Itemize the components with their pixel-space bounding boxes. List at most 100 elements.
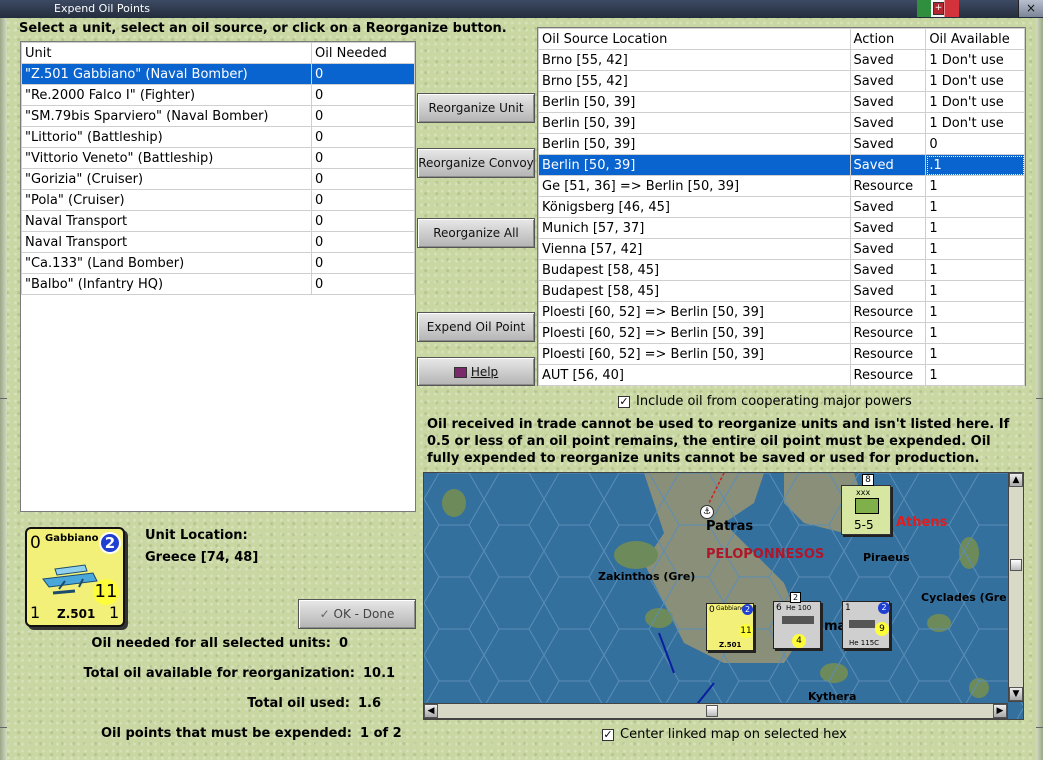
- oil-action-cell[interactable]: Resource: [849, 322, 927, 344]
- oil-action-cell[interactable]: Saved: [849, 217, 927, 239]
- oil-location-cell[interactable]: Ge [51, 36] => Berlin [50, 39]: [538, 175, 851, 197]
- oil-available-cell[interactable]: 1: [925, 364, 1025, 386]
- oil-available-cell[interactable]: 1: [925, 196, 1025, 218]
- unit-name-cell[interactable]: Naval Transport: [20, 231, 313, 253]
- oil-location-cell[interactable]: Berlin [50, 39]: [538, 133, 851, 155]
- unit-name-cell[interactable]: "Littorio" (Battleship): [20, 126, 313, 148]
- unit-oil-needed-cell[interactable]: 0: [311, 252, 415, 274]
- oil-available-cell[interactable]: 1 Don't use: [925, 112, 1025, 134]
- scroll-left-icon[interactable]: ◀: [424, 704, 438, 718]
- vertical-scroll-thumb[interactable]: [1010, 559, 1022, 571]
- oil-available-cell[interactable]: 1: [925, 280, 1025, 302]
- unit-oil-needed-cell[interactable]: 0: [311, 273, 415, 295]
- map-bomber-counter[interactable]: 1 2 9 He 115C: [842, 601, 890, 649]
- oil-location-cell[interactable]: Berlin [50, 39]: [538, 91, 851, 113]
- table-row[interactable]: Ploesti [60, 52] => Berlin [50, 39] Resou…: [538, 322, 1025, 344]
- oil-location-cell[interactable]: Ploesti [60, 52] => Berlin [50, 39]: [538, 322, 851, 344]
- unit-name-cell[interactable]: "Ca.133" (Land Bomber): [20, 252, 313, 274]
- table-row[interactable]: Vienna [57, 42] Saved 1: [538, 238, 1025, 260]
- table-row[interactable]: Brno [55, 42] Saved 1 Don't use: [538, 70, 1025, 92]
- table-row[interactable]: "Z.501 Gabbiano" (Naval Bomber) 0: [20, 63, 415, 85]
- oil-location-cell[interactable]: Budapest [58, 45]: [538, 259, 851, 281]
- oil-available-cell[interactable]: 1: [925, 175, 1025, 197]
- oil-available-cell[interactable]: 1 Don't use: [925, 49, 1025, 71]
- scroll-right-icon[interactable]: ▶: [993, 704, 1007, 718]
- oil-available-cell[interactable]: 1: [925, 343, 1025, 365]
- oil-location-cell[interactable]: Berlin [50, 39]: [538, 154, 851, 176]
- center-map-checkbox[interactable]: ✓ Center linked map on selected hex: [602, 727, 847, 742]
- reorganize-convoy-button[interactable]: Reorganize Convoy: [417, 148, 535, 178]
- hq-unit-counter[interactable]: 8 xxx 5-5: [841, 474, 891, 535]
- unit-name-cell[interactable]: Naval Transport: [20, 210, 313, 232]
- unit-name-cell[interactable]: "Balbo" (Infantry HQ): [20, 273, 313, 295]
- oil-action-cell[interactable]: Saved: [849, 133, 927, 155]
- unit-oil-needed-cell[interactable]: 0: [311, 63, 415, 85]
- center-map-check-icon[interactable]: ✓: [602, 728, 614, 741]
- oil-available-cell[interactable]: 1: [925, 238, 1025, 260]
- oil-available-cell[interactable]: 1: [925, 301, 1025, 323]
- unit-oil-needed-cell[interactable]: 0: [311, 189, 415, 211]
- table-row[interactable]: Budapest [58, 45] Saved 1: [538, 280, 1025, 302]
- table-row[interactable]: Ge [51, 36] => Berlin [50, 39] Resource 1: [538, 175, 1025, 197]
- oil-location-cell[interactable]: AUT [56, 40]: [538, 364, 851, 386]
- oil-location-cell[interactable]: Brno [55, 42]: [538, 70, 851, 92]
- table-row[interactable]: "Ca.133" (Land Bomber) 0: [20, 252, 415, 274]
- oil-column-header-action[interactable]: Action: [849, 28, 927, 50]
- table-row[interactable]: "Pola" (Cruiser) 0: [20, 189, 415, 211]
- table-row[interactable]: Berlin [50, 39] Saved .1: [538, 154, 1025, 176]
- oil-available-cell[interactable]: 1 Don't use: [925, 70, 1025, 92]
- scroll-up-icon[interactable]: ▲: [1009, 473, 1023, 487]
- include-coop-check-icon[interactable]: ✓: [618, 395, 630, 408]
- oil-action-cell[interactable]: Saved: [849, 259, 927, 281]
- reorganize-unit-button[interactable]: Reorganize Unit: [417, 93, 535, 123]
- table-row[interactable]: Budapest [58, 45] Saved 1: [538, 259, 1025, 281]
- oil-action-cell[interactable]: Saved: [849, 91, 927, 113]
- oil-available-cell[interactable]: 1: [925, 217, 1025, 239]
- oil-action-cell[interactable]: Saved: [849, 49, 927, 71]
- oil-location-cell[interactable]: Budapest [58, 45]: [538, 280, 851, 302]
- table-row[interactable]: Naval Transport 0: [20, 210, 415, 232]
- unit-oil-needed-cell[interactable]: 0: [311, 210, 415, 232]
- oil-location-cell[interactable]: Königsberg [46, 45]: [538, 196, 851, 218]
- oil-available-cell[interactable]: 1 Don't use: [925, 91, 1025, 113]
- table-row[interactable]: Munich [57, 37] Saved 1: [538, 217, 1025, 239]
- reorganize-all-button[interactable]: Reorganize All: [417, 218, 535, 248]
- unit-name-cell[interactable]: "Re.2000 Falco I" (Fighter): [20, 84, 313, 106]
- table-row[interactable]: Ploesti [60, 52] => Berlin [50, 39] Resou…: [538, 301, 1025, 323]
- oil-action-cell[interactable]: Resource: [849, 301, 927, 323]
- include-coop-checkbox[interactable]: ✓ Include oil from cooperating major pow…: [618, 394, 912, 409]
- table-row[interactable]: Berlin [50, 39] Saved 0: [538, 133, 1025, 155]
- table-row[interactable]: "Vittorio Veneto" (Battleship) 0: [20, 147, 415, 169]
- oil-location-cell[interactable]: Berlin [50, 39]: [538, 112, 851, 134]
- table-row[interactable]: "Gorizia" (Cruiser) 0: [20, 168, 415, 190]
- oil-action-cell[interactable]: Saved: [849, 196, 927, 218]
- ok-done-button[interactable]: ✓ OK - Done: [298, 599, 416, 629]
- expend-oil-point-button[interactable]: Expend Oil Point: [417, 312, 535, 342]
- close-button[interactable]: ×: [1018, 0, 1043, 17]
- oil-available-cell[interactable]: 1: [925, 322, 1025, 344]
- oil-action-cell[interactable]: Saved: [849, 154, 927, 176]
- oil-action-cell[interactable]: Resource: [849, 343, 927, 365]
- oil-location-cell[interactable]: Ploesti [60, 52] => Berlin [50, 39]: [538, 343, 851, 365]
- oil-action-cell[interactable]: Resource: [849, 175, 927, 197]
- oil-location-cell[interactable]: Ploesti [60, 52] => Berlin [50, 39]: [538, 301, 851, 323]
- horizontal-scroll-thumb[interactable]: [706, 705, 718, 717]
- oil-action-cell[interactable]: Saved: [849, 112, 927, 134]
- table-row[interactable]: Naval Transport 0: [20, 231, 415, 253]
- oil-action-cell[interactable]: Saved: [849, 280, 927, 302]
- scroll-down-icon[interactable]: ▼: [1009, 687, 1023, 701]
- oil-location-cell[interactable]: Vienna [57, 42]: [538, 238, 851, 260]
- map-fighter-counter[interactable]: 6 He 100 2 4: [773, 592, 821, 649]
- table-row[interactable]: Königsberg [46, 45] Saved 1: [538, 196, 1025, 218]
- table-row[interactable]: Brno [55, 42] Saved 1 Don't use: [538, 49, 1025, 71]
- units-column-header-unit[interactable]: Unit: [20, 42, 313, 64]
- table-row[interactable]: Ploesti [60, 52] => Berlin [50, 39] Resou…: [538, 343, 1025, 365]
- oil-action-cell[interactable]: Saved: [849, 238, 927, 260]
- unit-name-cell[interactable]: "Vittorio Veneto" (Battleship): [20, 147, 313, 169]
- oil-location-cell[interactable]: Brno [55, 42]: [538, 49, 851, 71]
- oil-action-cell[interactable]: Resource: [849, 364, 927, 386]
- map-seaplane-counter[interactable]: 0 Gabbiano 2 11 Z.501: [706, 603, 754, 651]
- unit-oil-needed-cell[interactable]: 0: [311, 84, 415, 106]
- table-row[interactable]: "Littorio" (Battleship) 0: [20, 126, 415, 148]
- oil-column-header-location[interactable]: Oil Source Location: [538, 28, 851, 50]
